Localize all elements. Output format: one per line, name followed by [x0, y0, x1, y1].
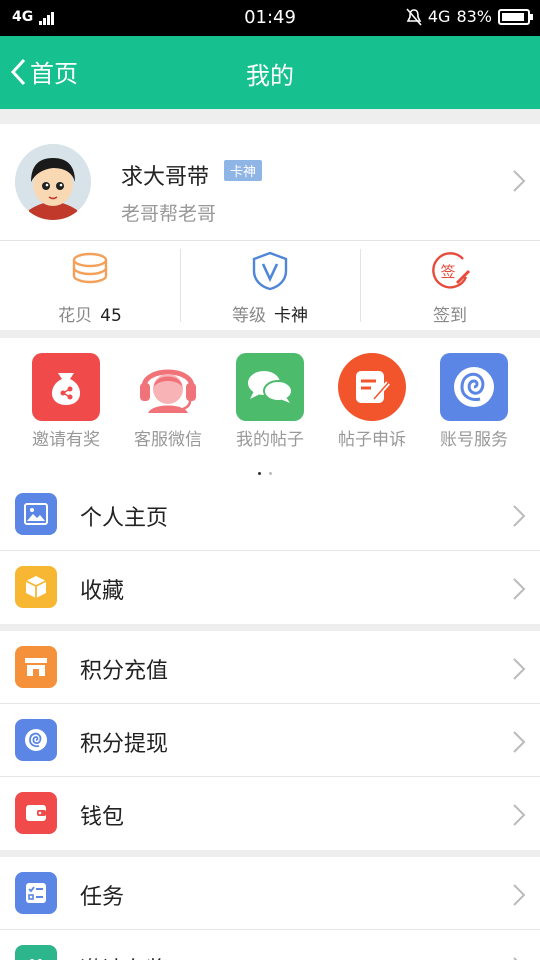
username: 求大哥带 [121, 165, 210, 190]
stat-huabei-text: 花贝 45 [0, 301, 180, 326]
menu-group-2: 积分充值 积分提现 钱包 [0, 631, 540, 850]
wallet-icon [15, 792, 57, 834]
page-indicator [258, 460, 280, 479]
menu-item-points-recharge[interactable]: 积分充值 [0, 631, 540, 704]
stat-level[interactable]: 等级 卡神 [180, 241, 360, 330]
money-bag-icon [32, 353, 100, 421]
box-icon [15, 566, 57, 608]
chevron-right-icon [513, 731, 526, 753]
stat-checkin[interactable]: 签 签到 [360, 241, 540, 330]
spiral-icon [15, 719, 57, 761]
quick-action-account-service[interactable]: 账号服务 [424, 353, 524, 450]
svg-text:签: 签 [440, 263, 455, 281]
battery-percent: 83% [456, 7, 492, 26]
gift-icon [15, 945, 57, 960]
chevron-right-icon [513, 804, 526, 826]
title-bar: 首页 我的 [0, 36, 540, 109]
quick-action-my-posts[interactable]: 我的帖子 [220, 353, 320, 450]
stat-value: 卡神 [274, 306, 308, 326]
profile-card[interactable]: 求大哥带 卡神 老哥帮老哥 [0, 124, 540, 240]
menu-item-label: 邀请有奖 [80, 952, 168, 960]
menu-item-invite-rewards[interactable]: 邀请有奖 [0, 930, 540, 960]
quick-action-service-wechat[interactable]: 客服微信 [118, 353, 218, 450]
quick-actions: 邀请有奖 客服微信 我的帖子 帖子申诉 账号服务 [0, 338, 540, 478]
chevron-right-icon [513, 578, 526, 600]
headset-icon [134, 353, 202, 421]
coins-icon [72, 252, 108, 284]
status-right: 4G 83% [406, 7, 533, 26]
task-list-icon [15, 872, 57, 914]
mute-bell-icon [406, 7, 422, 26]
menu-item-label: 收藏 [80, 579, 125, 604]
stat-checkin-text: 签到 [360, 301, 540, 326]
menu-group-3: 任务 邀请有奖 [0, 857, 540, 960]
menu-item-label: 任务 [80, 885, 125, 910]
quick-action-invite[interactable]: 邀请有奖 [16, 353, 116, 450]
quick-action-label: 帖子申诉 [338, 430, 406, 450]
rank-badge: 卡神 [224, 160, 263, 181]
menu-item-tasks[interactable]: 任务 [0, 857, 540, 930]
menu-item-favorites[interactable]: 收藏 [0, 551, 540, 624]
menu-item-label: 钱包 [80, 805, 125, 830]
stat-label: 等级 [232, 306, 266, 326]
checkin-icon: 签 [432, 252, 471, 289]
menu-item-wallet[interactable]: 钱包 [0, 777, 540, 850]
quick-action-label: 邀请有奖 [32, 430, 100, 450]
edit-note-icon [338, 353, 406, 421]
menu-item-label: 个人主页 [80, 506, 169, 531]
chevron-right-icon [513, 884, 526, 906]
menu-item-profile-page[interactable]: 个人主页 [0, 478, 540, 551]
quick-action-label: 账号服务 [440, 430, 508, 450]
stat-label: 花贝 [58, 306, 93, 326]
network-type-right: 4G [427, 7, 451, 26]
spiral-icon [440, 353, 508, 421]
status-bar: 4G 01:49 4G 83% [0, 0, 540, 36]
chevron-right-icon [513, 170, 526, 192]
user-signature: 老哥帮老哥 [121, 203, 217, 225]
quick-action-label: 客服微信 [134, 430, 202, 450]
quick-action-label: 我的帖子 [236, 430, 304, 450]
menu-item-label: 积分充值 [80, 659, 169, 684]
chevron-right-icon [513, 658, 526, 680]
battery-icon [498, 8, 533, 25]
chevron-right-icon [513, 957, 518, 960]
chevron-right-icon [513, 505, 526, 527]
stat-level-text: 等级 卡神 [180, 301, 360, 326]
quick-action-post-appeal[interactable]: 帖子申诉 [322, 353, 422, 450]
chat-bubbles-icon [236, 353, 304, 421]
stat-value: 45 [100, 306, 122, 326]
shield-v-icon [252, 251, 288, 291]
menu-item-label: 积分提现 [80, 732, 169, 757]
image-icon [15, 493, 57, 535]
stats-row: 花贝 45 等级 卡神 签 签到 [0, 240, 540, 330]
stat-huabei[interactable]: 花贝 45 [0, 241, 180, 330]
store-icon [15, 646, 57, 688]
menu-group-1: 个人主页 收藏 [0, 478, 540, 624]
stat-label: 签到 [433, 306, 467, 326]
avatar[interactable] [15, 144, 91, 220]
cartoon-avatar-icon [15, 144, 91, 220]
menu-item-points-withdraw[interactable]: 积分提现 [0, 704, 540, 777]
page-title: 我的 [246, 62, 294, 90]
